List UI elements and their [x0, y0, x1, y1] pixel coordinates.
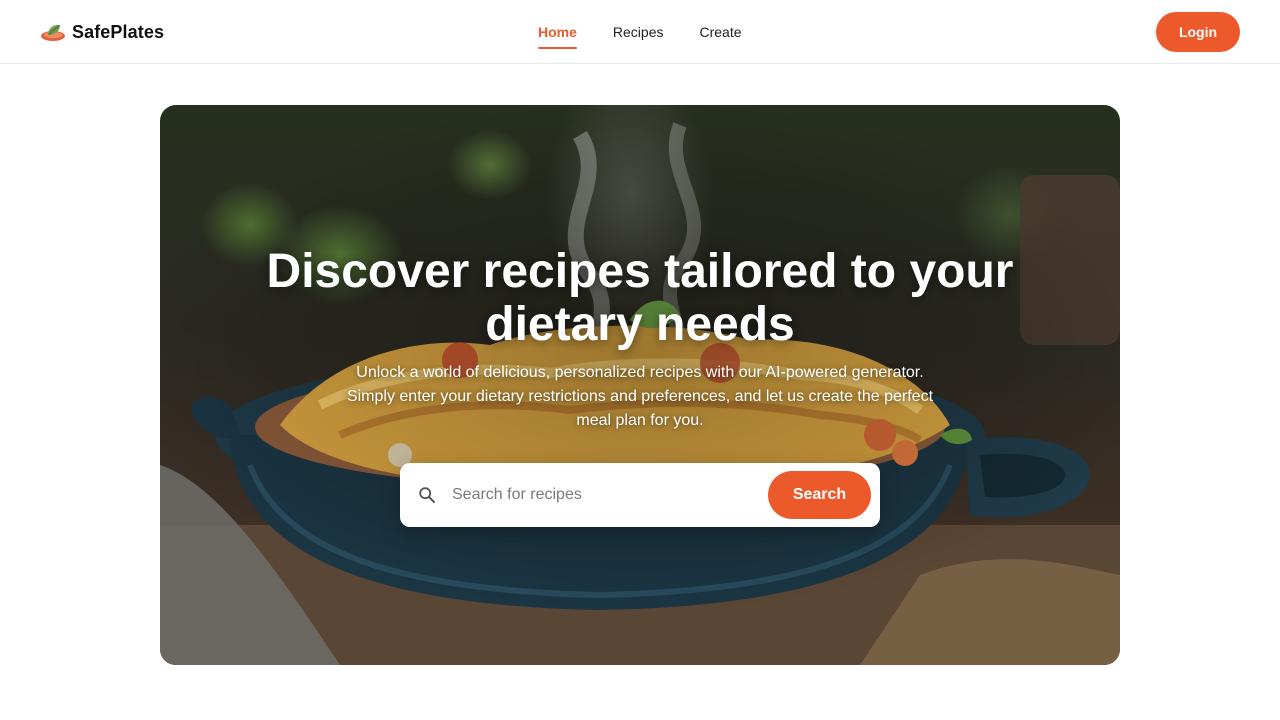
- nav-item-home[interactable]: Home: [538, 0, 577, 64]
- search-button[interactable]: Search: [768, 471, 871, 519]
- main-nav: Home Recipes Create: [538, 0, 778, 64]
- brand[interactable]: SafePlates: [40, 18, 164, 46]
- brand-name: SafePlates: [72, 21, 165, 42]
- nav-item-recipes[interactable]: Recipes: [613, 0, 664, 64]
- hero-title: Discover recipes tailored to your dietar…: [266, 245, 1014, 351]
- search-icon: [419, 487, 435, 503]
- top-navigation-bar: SafePlates Home Recipes Create Login: [0, 0, 1280, 64]
- search-input[interactable]: [452, 477, 752, 513]
- login-button[interactable]: Login: [1156, 12, 1240, 52]
- hero-banner: Discover recipes tailored to your dietar…: [160, 105, 1120, 665]
- leaf-plate-icon: [41, 24, 65, 41]
- hero-subtitle: Unlock a world of delicious, personalize…: [346, 364, 934, 429]
- recipe-search-bar: Search: [400, 463, 880, 527]
- nav-item-create[interactable]: Create: [700, 0, 742, 64]
